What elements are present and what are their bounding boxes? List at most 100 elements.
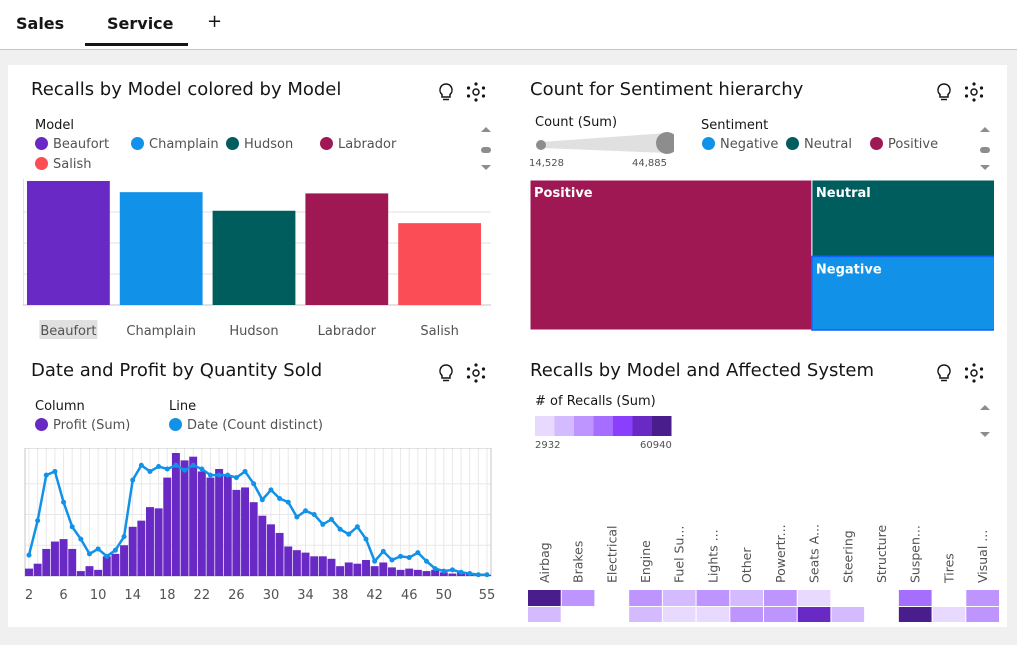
heatmap-cell[interactable] [561,607,595,622]
line-point[interactable] [78,536,84,542]
line-point[interactable] [190,462,196,468]
bar-labrador[interactable] [305,193,389,305]
profit-bar[interactable] [50,541,59,576]
heatmap-cell[interactable] [797,607,831,622]
heatmap-cell[interactable] [528,607,561,622]
line-point[interactable] [380,548,386,554]
bar-hudson[interactable] [212,210,296,305]
line-point[interactable] [441,568,447,574]
line-point[interactable] [458,569,464,575]
line-point[interactable] [61,499,67,505]
line-point[interactable] [43,472,49,478]
profit-bar[interactable] [102,556,111,576]
line-point[interactable] [424,558,430,564]
legend-scrollbar[interactable] [978,123,992,183]
insights-bulb-icon[interactable] [933,81,955,103]
profit-bar[interactable] [163,477,172,576]
line-point[interactable] [69,524,75,530]
profit-bar[interactable] [120,545,129,576]
heatmap-cell[interactable] [865,590,898,606]
bar-beaufort[interactable] [27,181,110,305]
line-point[interactable] [285,499,291,505]
legend-scrollbar[interactable] [479,123,493,183]
column-label[interactable]: Tires [941,553,956,584]
profit-bar[interactable] [215,468,224,576]
profit-bar[interactable] [396,569,405,576]
heatmap-cell[interactable] [528,590,561,606]
column-label[interactable]: Electrical [604,526,619,583]
profit-bar[interactable] [189,456,198,576]
line-point[interactable] [130,477,136,483]
tab-service[interactable]: Service [107,14,174,33]
line-point[interactable] [484,572,490,578]
line-point[interactable] [363,536,369,542]
profit-bar[interactable] [258,515,267,576]
line-point[interactable] [242,468,248,474]
widget-sentiment[interactable]: Count for Sentiment hierarchy Count (Sum… [522,79,1000,341]
line-point[interactable] [320,521,326,527]
widget-date-profit[interactable]: Date and Profit by Quantity Sold Column … [23,360,495,616]
line-point[interactable] [311,512,317,517]
profit-bar[interactable] [405,568,414,576]
profit-bar[interactable] [413,569,422,576]
legend-item-salish[interactable]: Salish [35,157,91,172]
line-point[interactable] [406,555,412,561]
heatmap-cell[interactable] [898,607,932,622]
line-point[interactable] [346,531,352,537]
line-point[interactable] [207,472,213,478]
legend-scrollbar[interactable] [978,400,992,440]
heatmap-cell[interactable] [629,590,662,606]
line-point[interactable] [475,572,481,578]
heatmap-cell[interactable] [966,607,999,622]
smart-explore-icon[interactable] [963,81,985,103]
heatmap-cell[interactable] [696,590,730,606]
smart-explore-icon[interactable] [963,362,985,384]
x-tick-label[interactable]: Beaufort [40,324,96,339]
profit-bar[interactable] [25,568,33,576]
column-label[interactable]: Structure [874,525,889,583]
profit-bar[interactable] [85,566,94,576]
line-point[interactable] [372,558,378,564]
column-label[interactable]: Engine [638,540,653,583]
bar-salish[interactable] [398,223,481,305]
line-point[interactable] [199,466,205,472]
heatmap-cell[interactable] [629,607,662,622]
insights-bulb-icon[interactable] [435,362,457,384]
profit-bar[interactable] [448,573,457,576]
profit-bar[interactable] [318,556,327,576]
bar-champlain[interactable] [119,192,203,305]
profit-bar[interactable] [76,571,85,576]
line-point[interactable] [121,534,127,540]
profit-bar[interactable] [180,460,189,576]
line-point[interactable] [467,571,473,577]
line-point[interactable] [164,466,170,472]
profit-bar[interactable] [344,562,353,576]
column-label[interactable]: Seats A... [807,524,822,583]
line-point[interactable] [398,553,404,559]
heatmap-cell[interactable] [797,590,831,606]
line-point[interactable] [156,464,162,470]
smart-explore-icon[interactable] [465,81,487,103]
line-point[interactable] [415,550,421,556]
column-label[interactable]: Airbag [537,542,552,583]
line-point[interactable] [389,557,395,563]
column-label[interactable]: Powertr... [773,524,788,583]
heatmap-cell[interactable] [561,590,595,606]
heatmap-cell[interactable] [932,590,966,606]
line-point[interactable] [95,546,101,552]
line-point[interactable] [354,524,360,530]
heatmap-cell[interactable] [730,590,763,606]
column-label[interactable]: Brakes [571,541,586,583]
line-point[interactable] [26,552,32,558]
column-label[interactable]: Visual ... [975,530,990,583]
profit-bar[interactable] [154,508,163,576]
legend-item-champlain[interactable]: Champlain [131,137,219,152]
line-point[interactable] [35,518,41,524]
profit-bar[interactable] [353,563,362,576]
heatmap-cell[interactable] [831,590,865,606]
heatmap-cell[interactable] [865,607,898,622]
profit-bar[interactable] [59,539,68,576]
profit-bar[interactable] [42,548,51,576]
profit-bar[interactable] [301,552,310,576]
profit-bar[interactable] [387,567,396,576]
